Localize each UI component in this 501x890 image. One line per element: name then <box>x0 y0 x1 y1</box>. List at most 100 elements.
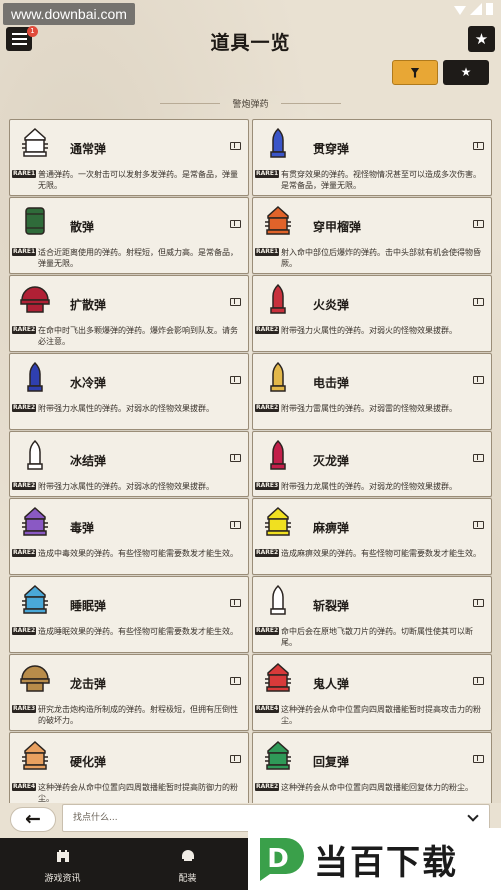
item-name: 鬼人弹 <box>313 677 350 691</box>
nav-item-news[interactable]: 游戏资讯 <box>0 838 125 890</box>
rarity-badge: RARE2 <box>255 326 280 334</box>
item-card[interactable]: 睡眠弹 RARE2 造成睡眠效果的弹药。有些怪物可能需要数发才能生效。 <box>9 576 249 653</box>
favorites-button[interactable]: ★ <box>468 26 495 52</box>
star-icon: ★ <box>474 30 489 48</box>
item-description: 附带强力火属性的弹药。对弱火的怪物效果拔群。 <box>281 326 457 335</box>
item-description: 普通弹药。一次射击可以发射多发弹药。是常备品，弹量无限。 <box>38 170 238 190</box>
book-icon[interactable] <box>473 755 484 763</box>
item-name: 通常弹 <box>70 142 107 156</box>
ammo-icon <box>18 282 52 316</box>
book-icon[interactable] <box>473 376 484 384</box>
item-card[interactable]: 毒弹 RARE2 造成中毒效果的弹药。有些怪物可能需要数发才能生效。 <box>9 498 249 575</box>
page-title: 道具一览 <box>210 32 291 54</box>
item-name: 散弹 <box>70 220 95 234</box>
ammo-icon <box>18 204 52 238</box>
brand-text: 当百下载 <box>314 842 458 883</box>
book-icon[interactable] <box>230 142 241 150</box>
book-icon[interactable] <box>230 599 241 607</box>
filter-button[interactable] <box>392 60 438 85</box>
nav-item-loadout[interactable]: 配装 <box>125 838 250 890</box>
item-description: 附带强力龙属性的弹药。对弱龙的怪物效果拔群。 <box>281 482 457 491</box>
book-icon[interactable] <box>230 677 241 685</box>
ammo-icon <box>18 438 52 472</box>
book-icon[interactable] <box>230 521 241 529</box>
item-description: 造成睡眠效果的弹药。有些怪物可能需要数发才能生效。 <box>38 627 238 636</box>
ammo-icon <box>261 438 295 472</box>
book-icon[interactable] <box>473 677 484 685</box>
book-icon[interactable] <box>230 298 241 306</box>
ammo-icon <box>261 661 295 695</box>
item-description: 这种弹药会从命中位置向四周散播能暂时提高防御力的粉尘。 <box>38 783 238 803</box>
item-description: 在命中时飞出多颗爆弹的弹药。爆炸会影响到队友。请务必注意。 <box>38 326 238 346</box>
item-description: 这种弹药会从命中位置向四周散播能回复体力的粉尘。 <box>281 783 473 792</box>
book-icon[interactable] <box>473 298 484 306</box>
ammo-icon <box>261 739 295 773</box>
book-icon[interactable] <box>230 454 241 462</box>
item-card[interactable]: 散弹 RARE1 适合近距离使用的弹药。射程短，但威力高。是常备品，弹量无限。 <box>9 197 249 274</box>
item-card[interactable]: 麻痹弹 RARE2 造成麻痹效果的弹药。有些怪物可能需要数发才能生效。 <box>252 498 492 575</box>
item-card[interactable]: 电击弹 RARE2 附带强力雷属性的弹药。对弱雷的怪物效果拔群。 <box>252 353 492 430</box>
book-icon[interactable] <box>473 521 484 529</box>
book-icon[interactable] <box>230 220 241 228</box>
helmet-icon <box>182 850 194 861</box>
item-card[interactable]: 穿甲榴弹 RARE1 射入命中部位后爆炸的弹药。击中头部就有机会使得物昏厥。 <box>252 197 492 274</box>
brand-logo-icon: D <box>260 838 304 881</box>
item-card[interactable]: 冰结弹 RARE2 附带强力冰属性的弹药。对弱冰的怪物效果拔群。 <box>9 431 249 497</box>
item-card[interactable]: 硬化弹 RARE4 这种弹药会从命中位置向四周散播能暂时提高防御力的粉尘。 <box>9 732 249 809</box>
back-button[interactable]: ← <box>10 807 56 832</box>
item-card[interactable]: 回复弹 RARE2 这种弹药会从命中位置向四周散播能回复体力的粉尘。 <box>252 732 492 809</box>
brand-watermark: D 当百下载 <box>248 828 501 890</box>
item-name: 水冷弹 <box>70 376 107 390</box>
item-name: 穿甲榴弹 <box>313 220 362 234</box>
star-icon: ★ <box>460 65 472 79</box>
item-grid: 通常弹 RARE1 普通弹药。一次射击可以发射多发弹药。是常备品，弹量无限。 贯穿弹 R… <box>9 119 492 809</box>
book-icon[interactable] <box>230 376 241 384</box>
item-card[interactable]: 鬼人弹 RARE4 这种弹药会从命中位置向四周散播能暂时提高攻击力的粉尘。 <box>252 654 492 731</box>
item-name: 硬化弹 <box>70 755 107 769</box>
rarity-badge: RARE2 <box>12 404 37 412</box>
ammo-icon <box>261 126 295 160</box>
item-name: 火炎弹 <box>313 298 350 312</box>
item-name: 麻痹弹 <box>313 521 350 535</box>
rarity-badge: RARE4 <box>255 705 280 713</box>
item-card[interactable]: 斩裂弹 RARE2 命中后会在原地飞散刀片的弹药。切断属性使其可以断尾。 <box>252 576 492 653</box>
book-icon[interactable] <box>473 142 484 150</box>
book-icon[interactable] <box>473 599 484 607</box>
item-description: 造成麻痹效果的弹药。有些怪物可能需要数发才能生效。 <box>281 549 481 558</box>
arrow-left-icon: ← <box>25 808 41 830</box>
rarity-badge: RARE1 <box>12 248 37 256</box>
watermark: www.downbai.com <box>3 3 135 25</box>
ammo-icon <box>261 505 295 539</box>
wifi-icon <box>454 6 466 15</box>
filter-icon <box>410 67 420 78</box>
item-card[interactable]: 贯穿弹 RARE1 有贯穿效果的弹药。视怪物情况甚至可以造成多次伤害。是常备品，弹量… <box>252 119 492 196</box>
item-card[interactable]: 水冷弹 RARE2 附带强力水属性的弹药。对弱水的怪物效果拔群。 <box>9 353 249 430</box>
item-name: 灭龙弹 <box>313 454 350 468</box>
ammo-icon <box>261 282 295 316</box>
item-name: 斩裂弹 <box>313 599 350 613</box>
item-card[interactable]: 龙击弹 RARE3 研究龙击炮构造所制成的弹药。射程极短，但拥有压倒性的破坏力。 <box>9 654 249 731</box>
book-icon[interactable] <box>473 454 484 462</box>
ammo-icon <box>18 739 52 773</box>
ammo-icon <box>18 360 52 394</box>
ammo-icon <box>18 661 52 695</box>
favorites-filter-button[interactable]: ★ <box>443 60 489 85</box>
nav-label-loadout: 配装 <box>178 874 197 884</box>
item-description: 适合近距离使用的弹药。射程短，但威力高。是常备品，弹量无限。 <box>38 248 238 268</box>
item-card[interactable]: 扩散弹 RARE2 在命中时飞出多颗爆弹的弹药。爆炸会影响到队友。请务必注意。 <box>9 275 249 352</box>
ammo-icon <box>18 583 52 617</box>
item-name: 贯穿弹 <box>313 142 350 156</box>
book-icon[interactable] <box>230 755 241 763</box>
item-card[interactable]: 通常弹 RARE1 普通弹药。一次射击可以发射多发弹药。是常备品，弹量无限。 <box>9 119 249 196</box>
section-title: 警炮弹药 <box>0 97 501 110</box>
ammo-icon <box>261 204 295 238</box>
nav-label-news: 游戏资讯 <box>44 874 81 884</box>
item-card[interactable]: 灭龙弹 RARE3 附带强力龙属性的弹药。对弱龙的怪物效果拔群。 <box>252 431 492 497</box>
item-name: 扩散弹 <box>70 298 107 312</box>
signal-icon <box>470 3 482 15</box>
item-card[interactable]: 火炎弹 RARE2 附带强力火属性的弹药。对弱火的怪物效果拔群。 <box>252 275 492 352</box>
rarity-badge: RARE1 <box>255 170 280 178</box>
rarity-badge: RARE2 <box>255 404 280 412</box>
book-icon[interactable] <box>473 220 484 228</box>
rarity-badge: RARE2 <box>12 627 37 635</box>
